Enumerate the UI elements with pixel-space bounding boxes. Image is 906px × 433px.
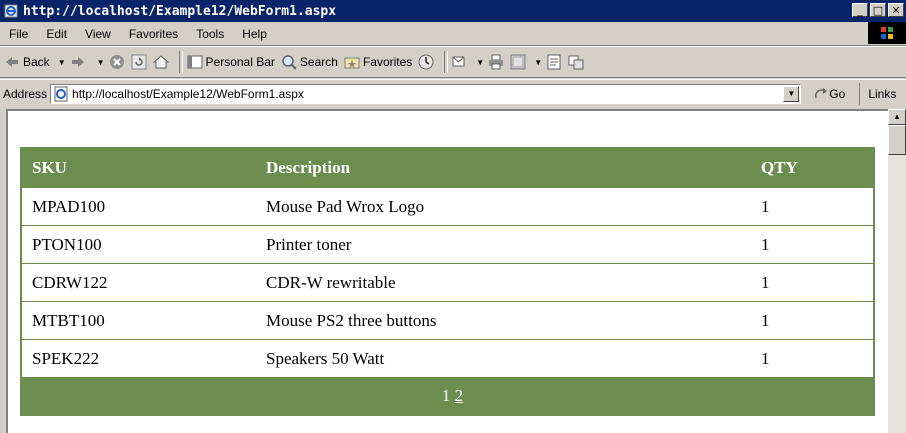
products-datagrid: SKU Description QTY MPAD100 Mouse Pad Wr…: [20, 147, 875, 416]
standard-toolbar: Back ▼ ▼ Personal Bar Search Favorites ▼…: [0, 46, 906, 78]
window-title: http://localhost/Example12/WebForm1.aspx: [23, 3, 337, 19]
pager-link-page-2[interactable]: 2: [455, 386, 464, 405]
address-dropdown-icon[interactable]: ▼: [783, 85, 800, 102]
favorites-label: Favorites: [362, 55, 413, 69]
forward-dropdown-icon[interactable]: ▼: [97, 58, 105, 67]
menu-file[interactable]: File: [0, 27, 37, 41]
refresh-icon[interactable]: [131, 54, 147, 70]
menu-edit[interactable]: Edit: [37, 27, 76, 41]
back-arrow-icon: [4, 54, 20, 70]
scroll-thumb[interactable]: [888, 125, 906, 155]
search-icon: [281, 54, 297, 70]
ie-page-icon: [4, 4, 18, 18]
cell-description: CDR-W rewritable: [256, 263, 751, 302]
mail-dropdown-icon[interactable]: ▼: [476, 58, 484, 67]
address-url: http://localhost/Example12/WebForm1.aspx: [72, 86, 304, 101]
discuss-icon[interactable]: [546, 54, 562, 70]
cell-description: Printer toner: [256, 225, 751, 264]
cell-description: Speakers 50 Watt: [256, 339, 751, 378]
personal-bar-button[interactable]: Personal Bar: [187, 54, 275, 70]
address-label: Address: [3, 86, 48, 101]
cell-qty: 1: [751, 263, 874, 302]
header-sku: SKU: [21, 148, 256, 188]
menu-help[interactable]: Help: [233, 27, 276, 41]
history-icon[interactable]: [418, 54, 434, 70]
search-label: Search: [299, 55, 338, 69]
back-dropdown-icon[interactable]: ▼: [58, 58, 66, 67]
cell-qty: 1: [751, 225, 874, 264]
favorites-folder-icon: [344, 54, 360, 70]
favorites-button[interactable]: Favorites: [344, 54, 412, 70]
go-label: Go: [829, 86, 846, 101]
menu-bar: File Edit View Favorites Tools Help: [0, 22, 906, 46]
windows-logo-icon: [868, 22, 906, 44]
pager-cell: 1 2: [21, 377, 874, 415]
scroll-up-icon[interactable]: ▲: [888, 109, 906, 125]
personal-bar-label: Personal Bar: [205, 55, 275, 69]
links-button[interactable]: Links »: [859, 82, 906, 123]
cell-qty: 1: [751, 187, 874, 226]
messenger-icon[interactable]: [568, 54, 584, 70]
toolbar-separator: [178, 51, 183, 73]
cell-sku: MPAD100: [21, 187, 256, 226]
back-label: Back: [23, 55, 50, 69]
table-row: SPEK222 Speakers 50 Watt 1: [21, 339, 874, 378]
header-qty: QTY: [751, 148, 874, 188]
vertical-scrollbar[interactable]: ▲: [888, 109, 906, 433]
pager-current-page: 1: [441, 386, 451, 405]
forward-arrow-icon: [70, 54, 86, 70]
edit-icon[interactable]: [510, 54, 526, 70]
go-arrow-icon: [815, 87, 828, 98]
grid-header-row: SKU Description QTY: [21, 148, 874, 188]
address-input[interactable]: http://localhost/Example12/WebForm1.aspx…: [50, 83, 802, 104]
edit-dropdown-icon[interactable]: ▼: [534, 58, 542, 67]
page-icon: [54, 86, 68, 101]
table-row: CDRW122 CDR-W rewritable 1: [21, 263, 874, 302]
page-content: SKU Description QTY MPAD100 Mouse Pad Wr…: [6, 109, 888, 433]
cell-description: Mouse PS2 three buttons: [256, 301, 751, 340]
header-description: Description: [256, 148, 751, 188]
personal-bar-icon: [187, 54, 203, 70]
menu-tools[interactable]: Tools: [187, 27, 233, 41]
table-row: PTON100 Printer toner 1: [21, 225, 874, 264]
close-button[interactable]: ✕: [888, 3, 904, 17]
stop-icon[interactable]: [109, 54, 125, 70]
print-icon[interactable]: [488, 54, 504, 70]
table-row: MPAD100 Mouse Pad Wrox Logo 1: [21, 187, 874, 226]
menu-favorites[interactable]: Favorites: [120, 27, 187, 41]
search-button[interactable]: Search: [281, 54, 338, 70]
forward-button[interactable]: [70, 54, 89, 70]
cell-sku: MTBT100: [21, 301, 256, 340]
pager-row: 1 2: [21, 377, 874, 415]
cell-qty: 1: [751, 339, 874, 378]
minimize-button[interactable]: _: [852, 3, 868, 17]
mail-icon[interactable]: [452, 54, 468, 70]
cell-sku: SPEK222: [21, 339, 256, 378]
toolbar-separator: [444, 51, 449, 73]
maximize-button[interactable]: □: [870, 3, 886, 17]
address-bar: Address http://localhost/Example12/WebFo…: [0, 79, 906, 123]
table-row: MTBT100 Mouse PS2 three buttons 1: [21, 301, 874, 340]
menu-view[interactable]: View: [76, 27, 120, 41]
back-button[interactable]: Back: [4, 54, 50, 70]
window-titlebar: http://localhost/Example12/WebForm1.aspx…: [0, 0, 906, 22]
cell-sku: PTON100: [21, 225, 256, 264]
cell-qty: 1: [751, 301, 874, 340]
cell-sku: CDRW122: [21, 263, 256, 302]
go-button[interactable]: Go: [813, 86, 845, 102]
home-icon[interactable]: [152, 54, 169, 70]
cell-description: Mouse Pad Wrox Logo: [256, 187, 751, 226]
